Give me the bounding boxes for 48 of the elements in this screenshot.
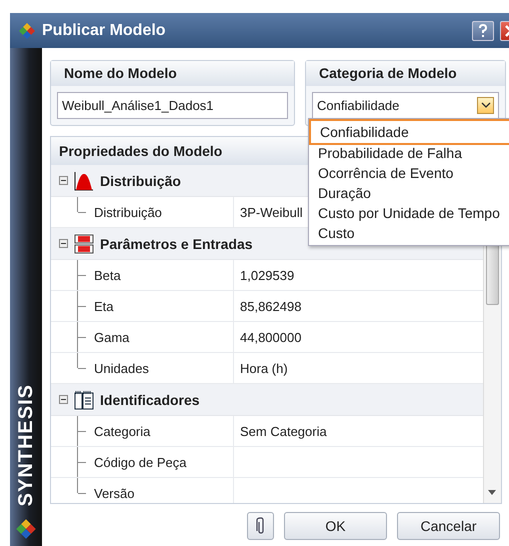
chevron-down-icon (480, 102, 490, 109)
property-value: 44,800000 (240, 330, 302, 344)
collapse-toggle[interactable] (59, 176, 68, 185)
property-label: Categoria (94, 424, 150, 438)
toggle-icon (59, 239, 68, 248)
property-label: Beta (94, 268, 121, 282)
property-value: 85,862498 (240, 298, 302, 314)
group-title: Distribuição (100, 172, 181, 188)
property-label: Distribuição (94, 204, 162, 220)
group-title: Parâmetros e Entradas (100, 236, 253, 252)
property-value: 3P-Weibull (240, 204, 303, 220)
property-value: Hora (h) (240, 360, 288, 376)
help-icon (478, 24, 488, 38)
attach-button[interactable] (247, 512, 274, 540)
scroll-down-icon[interactable] (488, 490, 496, 495)
property-label: Versão (94, 486, 134, 500)
collapse-toggle[interactable] (59, 239, 68, 248)
cancel-button[interactable]: Cancelar (397, 512, 500, 540)
property-label: Unidades (94, 360, 149, 376)
dropdown-option[interactable]: Confiabilidade (309, 119, 509, 145)
property-label: Código de Peça (94, 454, 187, 470)
property-value: 1,029539 (240, 268, 294, 282)
toggle-icon (59, 176, 68, 185)
dropdown-toggle[interactable] (477, 97, 494, 114)
dropdown-option[interactable]: Custo por Unidade de Tempo (309, 203, 509, 223)
property-value: Sem Categoria (240, 424, 327, 438)
app-logo-icon (18, 22, 36, 40)
toggle-icon (59, 395, 68, 404)
model-name-field[interactable]: Weibull_Análise1_Dados1 (57, 92, 288, 119)
property-label: Eta (94, 298, 114, 314)
dropdown-option[interactable]: Duração (309, 183, 509, 203)
dropdown-option[interactable]: Ocorrência de Evento (309, 163, 509, 183)
brand-text: SYNTHESIS (14, 384, 38, 506)
group-title: Identificadores (100, 392, 200, 408)
collapse-toggle[interactable] (59, 395, 68, 404)
notebook-icon (74, 390, 94, 410)
property-label: Gama (94, 330, 130, 344)
window-title: Publicar Modelo (42, 22, 167, 40)
ok-button[interactable]: OK (284, 512, 387, 540)
paperclip-icon (256, 517, 266, 535)
bell-curve-icon (74, 170, 94, 190)
brand-logo-icon (15, 518, 37, 540)
help-button[interactable] (472, 20, 494, 40)
panel-header: Nome do Modelo (51, 61, 294, 86)
category-dropdown[interactable]: Confiabilidade (312, 92, 499, 119)
number-cards-icon (74, 234, 94, 254)
dropdown-option[interactable]: Custo (309, 223, 509, 243)
panel-header: Categoria de Modelo (306, 61, 505, 86)
